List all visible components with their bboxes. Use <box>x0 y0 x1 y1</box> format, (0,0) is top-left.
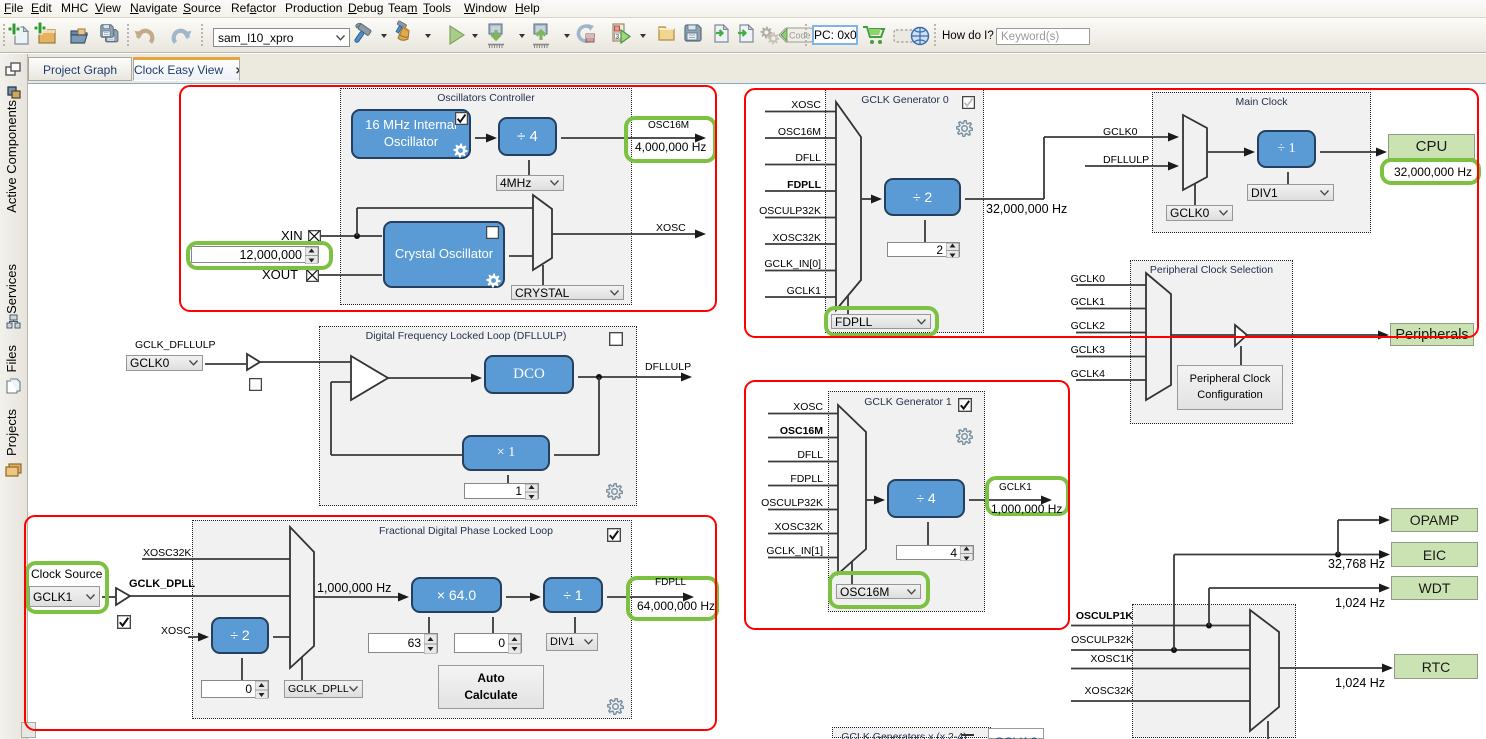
svg-text:Code: Code <box>789 31 811 41</box>
svg-text:3: 3 <box>616 34 620 41</box>
